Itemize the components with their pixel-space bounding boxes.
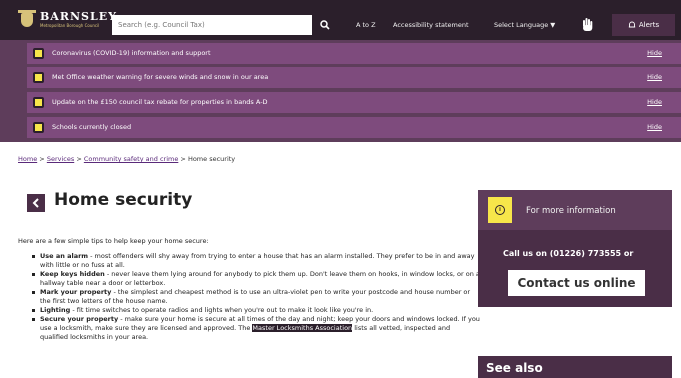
intro-text: Here are a few simple tips to help keep … (18, 237, 209, 245)
see-also-heading: See also (486, 361, 543, 375)
tips-list: Use an alarm - most offenders will shy a… (32, 252, 480, 342)
breadcrumb-current: Home security (187, 155, 236, 163)
breadcrumb-separator: > (76, 155, 82, 163)
contact-online-button[interactable]: Contact us online (508, 270, 645, 296)
breadcrumb-home[interactable]: Home (18, 155, 37, 163)
alert-item: Coronavirus (COVID-19) information and s… (27, 43, 681, 64)
warning-icon (33, 48, 44, 59)
warning-icon (33, 72, 44, 83)
alert-item: Update on the £150 council tax rebate fo… (27, 92, 681, 113)
alert-hide-link[interactable]: Hide (647, 98, 662, 106)
alerts-button[interactable]: Alerts (612, 14, 675, 36)
search-button[interactable] (314, 15, 336, 35)
list-item: Lighting - fit time switches to operate … (32, 306, 480, 315)
see-also-panel: See also (478, 356, 672, 378)
alert-link[interactable]: Schools currently closed (52, 123, 131, 131)
search-input[interactable] (112, 15, 312, 35)
page-title: Home security (54, 190, 193, 210)
tip-heading: Secure your property (40, 315, 119, 323)
info-icon: i (488, 197, 512, 223)
alert-hide-link[interactable]: Hide (647, 123, 662, 131)
more-info-heading: For more information (526, 206, 616, 216)
search-icon (320, 20, 330, 30)
breadcrumb-separator: > (39, 155, 45, 163)
logo-subtitle: Metropolitan Borough Council (40, 23, 100, 28)
nav-a-to-z[interactable]: A to Z (356, 21, 376, 29)
master-locksmiths-link[interactable]: Master Locksmiths Association (252, 324, 353, 332)
tip-text: - most offenders will shy away from tryi… (40, 252, 475, 269)
list-item: Use an alarm - most offenders will shy a… (32, 252, 480, 270)
breadcrumb-separator: > (180, 155, 186, 163)
tip-heading: Mark your property (40, 288, 112, 296)
breadcrumb: Home > Services > Community safety and c… (18, 155, 235, 163)
alert-link[interactable]: Coronavirus (COVID-19) information and s… (52, 49, 211, 57)
tip-heading: Lighting (40, 306, 71, 314)
logo-name: BARNSLEY (40, 10, 117, 23)
contact-panel-header: i For more information (478, 190, 672, 230)
alert-link[interactable]: Update on the £150 council tax rebate fo… (52, 98, 268, 106)
language-select[interactable]: Select Language ▼ (494, 21, 555, 29)
contact-panel: i For more information Call us on (01226… (478, 190, 672, 307)
tip-heading: Keep keys hidden (40, 270, 105, 278)
reading-aid-button[interactable] (580, 17, 594, 33)
chevron-left-icon (32, 198, 39, 208)
phone-text: Call us on (01226) 773555 or (503, 249, 634, 258)
alert-item: Met Office weather warning for severe wi… (27, 67, 681, 88)
list-item: Keep keys hidden - never leave them lyin… (32, 270, 480, 288)
barnsley-logo[interactable]: BARNSLEY Metropolitan Borough Council (18, 9, 117, 31)
alert-hide-link[interactable]: Hide (647, 73, 662, 81)
back-button[interactable] (27, 194, 45, 212)
crest-icon (18, 10, 36, 30)
tip-text: - fit time switches to operate radios an… (70, 306, 374, 314)
tip-heading: Use an alarm (40, 252, 89, 260)
breadcrumb-services[interactable]: Services (47, 155, 74, 163)
nav-accessibility-statement[interactable]: Accessibility statement (393, 21, 469, 29)
alert-link[interactable]: Met Office weather warning for severe wi… (52, 73, 268, 81)
alerts-label: Alerts (638, 21, 660, 29)
breadcrumb-community-safety[interactable]: Community safety and crime (84, 155, 178, 163)
warning-icon (33, 97, 44, 108)
alert-hide-link[interactable]: Hide (647, 49, 662, 57)
tip-text: - never leave them lying around for anyb… (40, 270, 480, 287)
site-header: BARNSLEY Metropolitan Borough Council A … (0, 0, 681, 40)
list-item: Mark your property - the simplest and ch… (32, 288, 480, 306)
bell-icon (628, 21, 636, 28)
warning-icon (33, 122, 44, 133)
list-item: Secure your property - make sure your ho… (32, 315, 480, 342)
hand-icon (583, 18, 593, 31)
alert-item: Schools currently closed Hide (27, 117, 681, 138)
alerts-panel: Coronavirus (COVID-19) information and s… (0, 40, 681, 142)
